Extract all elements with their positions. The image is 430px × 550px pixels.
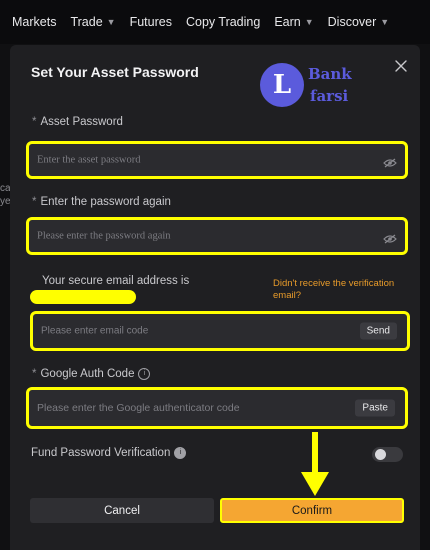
chevron-down-icon: ▼ bbox=[106, 17, 116, 27]
placeholder: Enter the asset password bbox=[37, 154, 141, 166]
fund-verification-label: Fund Password Verification i bbox=[31, 447, 187, 460]
chevron-down-icon: ▼ bbox=[380, 17, 390, 27]
info-icon[interactable]: i bbox=[174, 447, 187, 459]
asset-password-input[interactable]: Enter the asset password bbox=[26, 141, 408, 179]
label-text: Google Auth Code bbox=[40, 368, 135, 381]
required-mark: * bbox=[32, 368, 37, 381]
nav-markets[interactable]: Markets bbox=[12, 15, 56, 29]
label-text: Enter the password again bbox=[40, 196, 171, 208]
nav-label: Earn bbox=[274, 15, 301, 29]
logo-text: Bank bbox=[308, 65, 352, 83]
nav-copy-trading[interactable]: Copy Trading bbox=[186, 15, 260, 29]
nav-trade[interactable]: Trade ▼ bbox=[70, 15, 115, 29]
nav-label: Discover bbox=[327, 15, 377, 29]
confirm-button[interactable]: Confirm bbox=[220, 498, 404, 523]
background-text: ye bbox=[0, 196, 11, 207]
nav-futures[interactable]: Futures bbox=[130, 15, 172, 29]
nav-label: Copy Trading bbox=[185, 15, 261, 29]
bankfarsi-watermark-logo: L Bank farsi bbox=[258, 61, 362, 111]
cancel-button[interactable]: Cancel bbox=[30, 498, 214, 523]
modal-title: Set Your Asset Password bbox=[31, 64, 199, 80]
placeholder: Please enter the Google authenticator co… bbox=[37, 402, 240, 414]
email-label: Your secure email address is bbox=[42, 275, 190, 287]
fund-verification-toggle[interactable] bbox=[372, 447, 403, 462]
email-not-received-link[interactable]: Didn't receive the verification email? bbox=[273, 278, 403, 302]
email-code-input[interactable]: Please enter email code Send bbox=[30, 311, 410, 351]
nav-label: Futures bbox=[129, 15, 172, 29]
close-icon[interactable] bbox=[394, 59, 408, 73]
paste-button[interactable]: Paste bbox=[355, 399, 395, 417]
logo-letter: L bbox=[272, 70, 292, 100]
google-auth-label: * Google Auth Code i bbox=[32, 368, 151, 381]
label-text: Asset Password bbox=[40, 116, 123, 128]
placeholder: Please enter email code bbox=[41, 325, 149, 337]
nav-discover[interactable]: Discover ▼ bbox=[328, 15, 390, 29]
nav-label: Markets bbox=[12, 15, 57, 29]
top-nav: Markets Trade ▼ Futures Copy Trading Earn… bbox=[0, 0, 430, 44]
toggle-knob bbox=[375, 449, 386, 460]
label-text: Fund Password Verification bbox=[31, 447, 171, 460]
confirm-password-label: * Enter the password again bbox=[32, 196, 171, 208]
logo-badge: L bbox=[260, 63, 304, 107]
nav-earn[interactable]: Earn ▼ bbox=[274, 15, 313, 29]
eye-hidden-icon[interactable] bbox=[383, 231, 397, 244]
eye-hidden-icon[interactable] bbox=[383, 155, 397, 168]
required-mark: * bbox=[32, 196, 37, 208]
required-mark: * bbox=[32, 116, 37, 128]
arrow-down-icon bbox=[300, 432, 330, 498]
confirm-password-input[interactable]: Please enter the password again bbox=[26, 217, 408, 255]
info-icon[interactable]: i bbox=[138, 368, 151, 380]
chevron-down-icon: ▼ bbox=[304, 17, 314, 27]
background-text: ca bbox=[0, 183, 11, 194]
nav-label: Trade bbox=[70, 15, 103, 29]
logo-text: farsi bbox=[310, 87, 349, 105]
placeholder: Please enter the password again bbox=[37, 230, 171, 242]
google-auth-input[interactable]: Please enter the Google authenticator co… bbox=[26, 387, 408, 429]
asset-password-label: * Asset Password bbox=[32, 116, 123, 128]
send-code-button[interactable]: Send bbox=[359, 322, 397, 340]
redacted-email-bar bbox=[30, 290, 136, 304]
